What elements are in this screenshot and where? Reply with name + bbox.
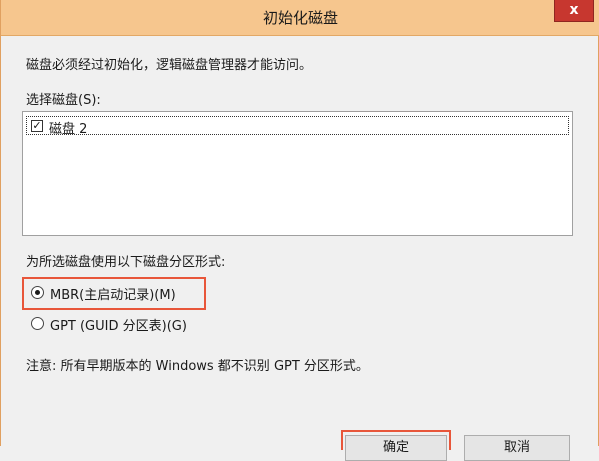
mbr-option-label: MBR(主启动记录)(M): [50, 288, 176, 303]
title-bar[interactable]: 初始化磁盘 x: [1, 0, 599, 36]
checkmark-icon: ✓: [32, 119, 42, 132]
disk-list-item[interactable]: ✓ 磁盘 2: [26, 116, 569, 137]
disk-checkbox[interactable]: ✓: [31, 120, 43, 132]
close-icon: x: [569, 2, 579, 18]
mbr-radio[interactable]: [31, 286, 44, 299]
disk-listbox[interactable]: ✓ 磁盘 2: [22, 111, 573, 236]
initialize-disk-dialog: 初始化磁盘 x 磁盘必须经过初始化，逻辑磁盘管理器才能访问。 选择磁盘(S): …: [0, 0, 599, 461]
radio-selected-dot: [35, 290, 40, 295]
gpt-option[interactable]: GPT (GUID 分区表)(G): [31, 314, 231, 334]
ok-button[interactable]: 确定: [345, 435, 447, 461]
dialog-body: 磁盘必须经过初始化，逻辑磁盘管理器才能访问。 选择磁盘(S): ✓ 磁盘 2 为…: [7, 37, 594, 461]
select-disk-label: 选择磁盘(S):: [26, 93, 101, 108]
mbr-option[interactable]: MBR(主启动记录)(M): [31, 283, 201, 303]
gpt-compat-note: 注意: 所有早期版本的 Windows 都不识别 GPT 分区形式。: [26, 359, 369, 374]
disk-label: 磁盘 2: [49, 122, 88, 137]
gpt-radio[interactable]: [31, 317, 44, 330]
close-button[interactable]: x: [554, 0, 594, 22]
partition-style-label: 为所选磁盘使用以下磁盘分区形式:: [26, 255, 226, 270]
cancel-button[interactable]: 取消: [464, 435, 570, 461]
description-text: 磁盘必须经过初始化，逻辑磁盘管理器才能访问。: [26, 58, 313, 73]
gpt-option-label: GPT (GUID 分区表)(G): [50, 319, 187, 334]
dialog-title: 初始化磁盘: [262, 9, 338, 27]
